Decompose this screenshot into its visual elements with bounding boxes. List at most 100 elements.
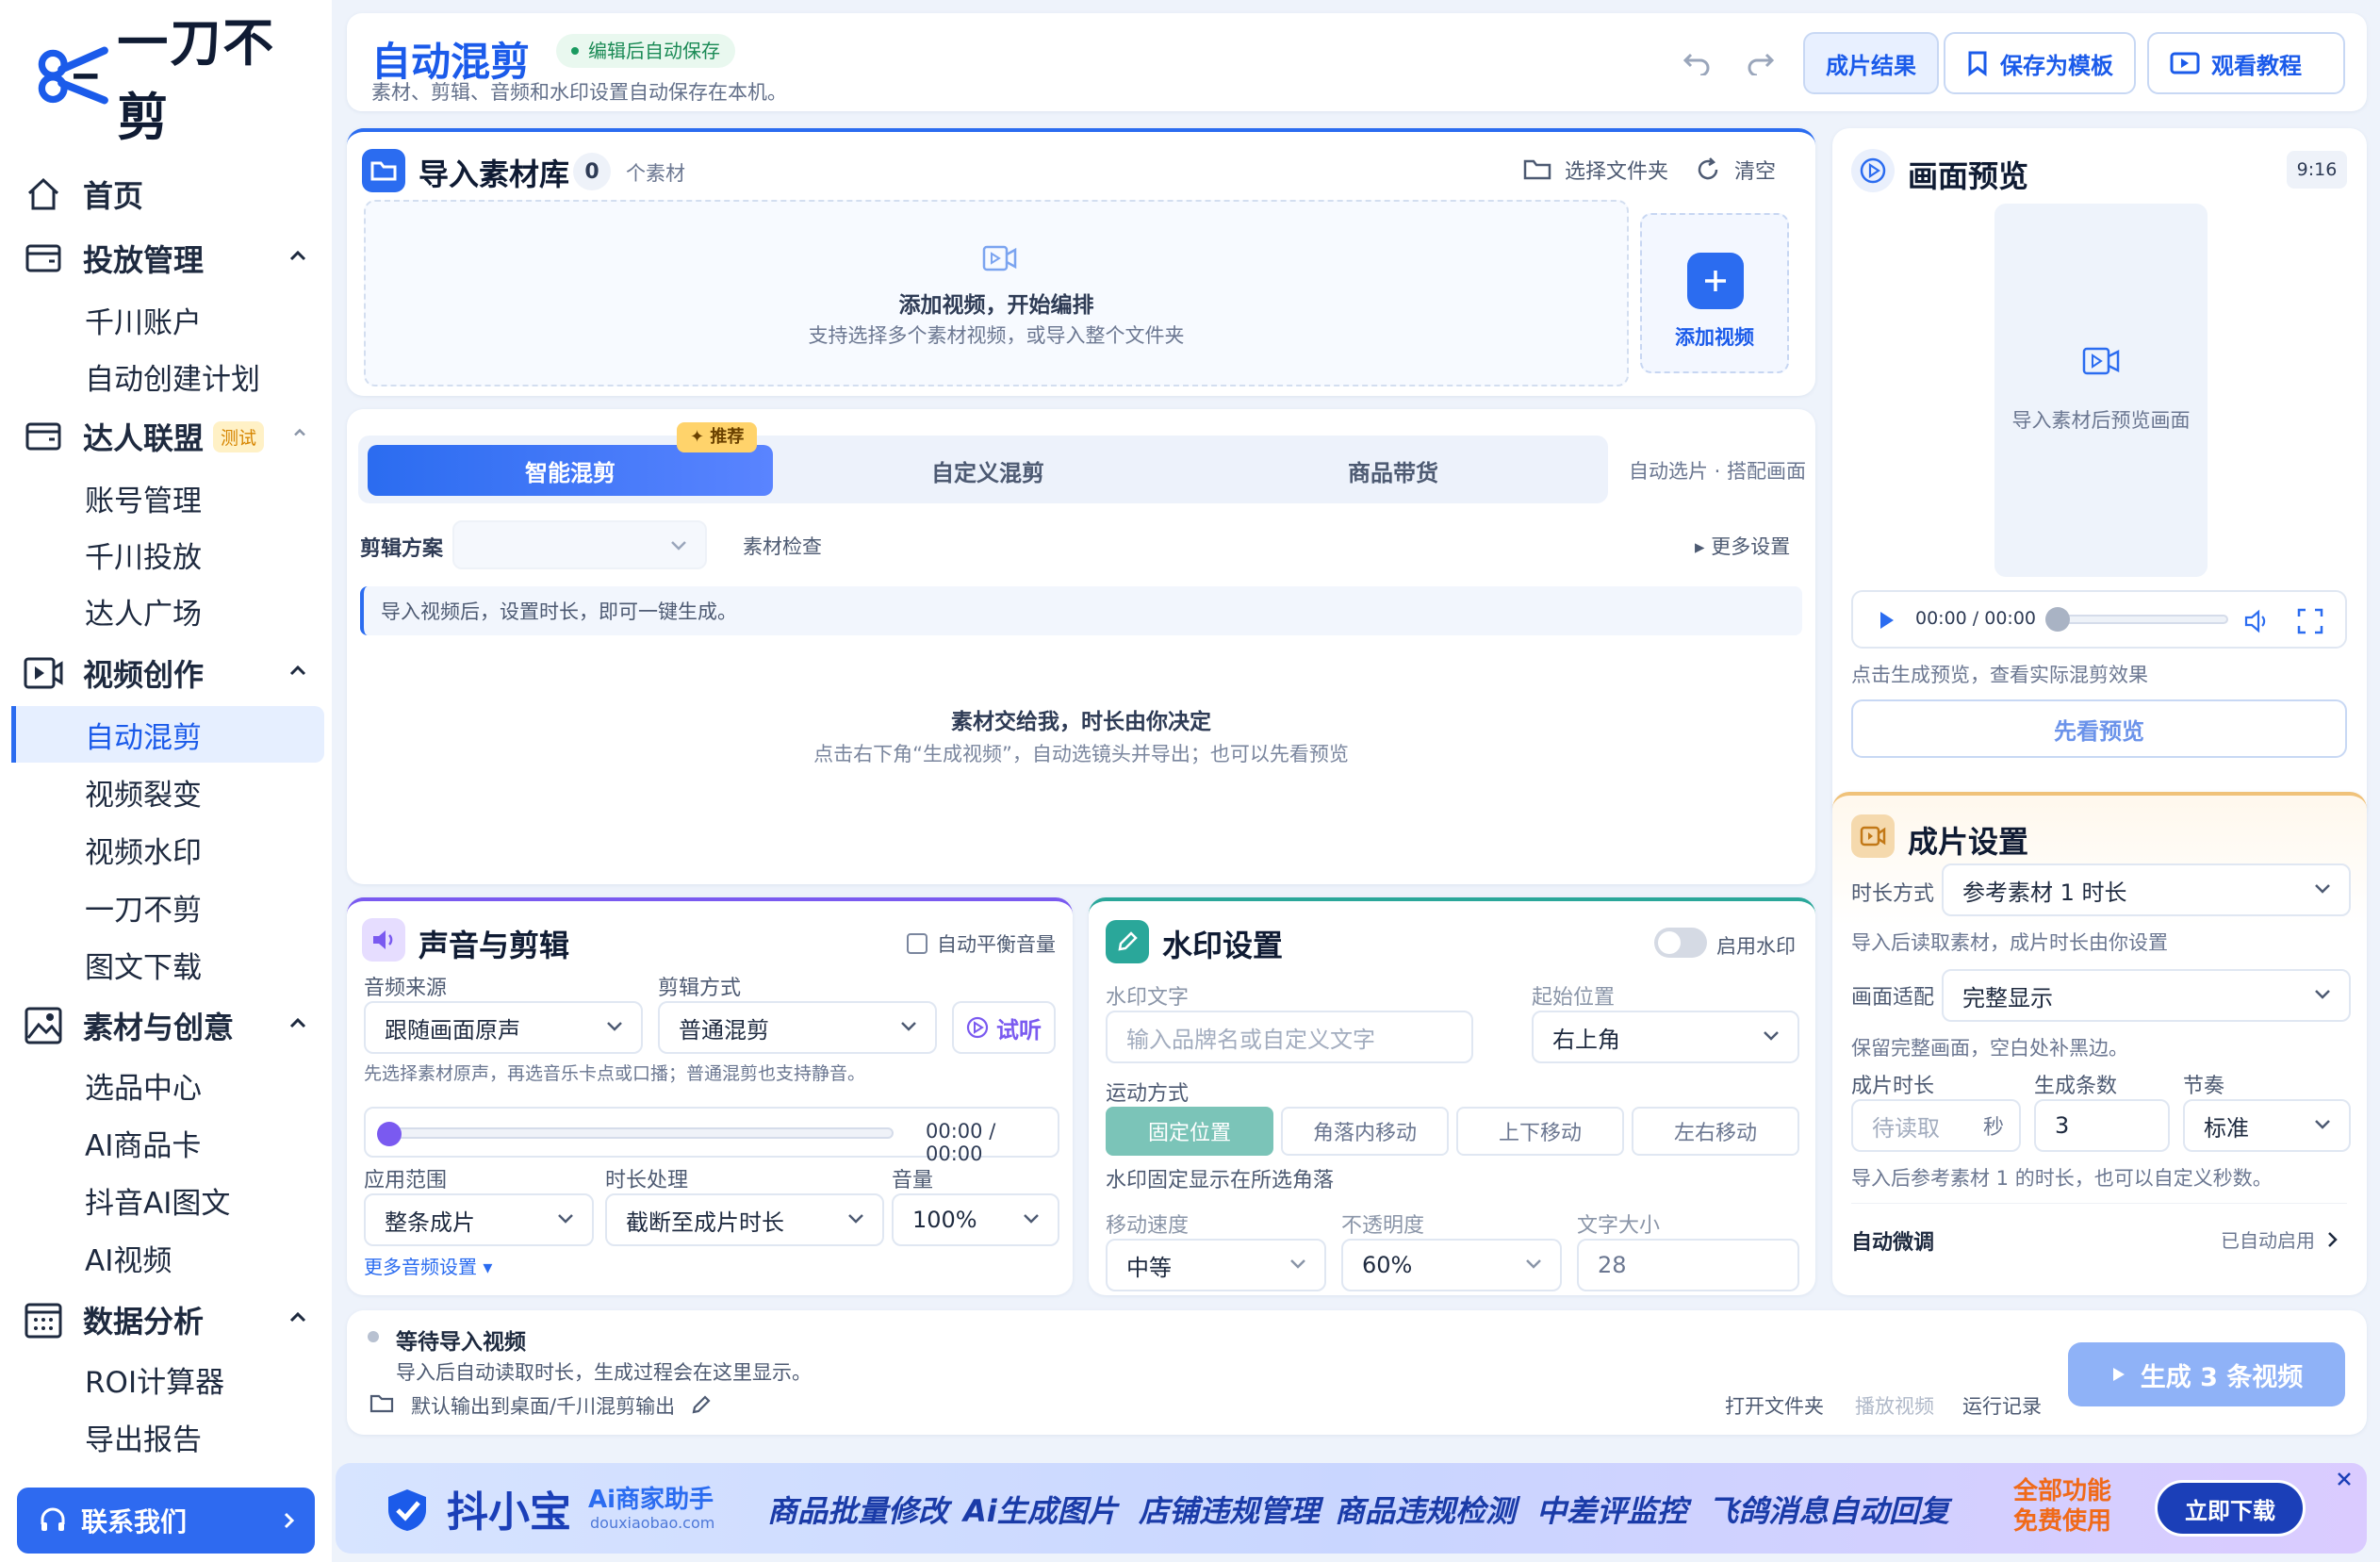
auto-balance-checkbox[interactable]: 自动平衡音量 — [907, 929, 1056, 958]
motion-label-item: 左右移动 — [1673, 1122, 1757, 1145]
redo-icon[interactable] — [1746, 49, 1776, 75]
run-log-link[interactable]: 运行记录 — [1962, 1391, 2042, 1420]
contact-us-button[interactable]: 联系我们 — [17, 1488, 315, 1554]
fine-tune-toggle[interactable]: 已自动启用 — [2221, 1225, 2339, 1253]
results-button[interactable]: 成片结果 — [1803, 32, 1939, 94]
duration-select[interactable]: 截断至成片时长 — [605, 1193, 884, 1246]
chevron-up-icon — [289, 665, 306, 676]
opacity-select[interactable]: 60% — [1341, 1239, 1562, 1291]
fullscreen-icon[interactable] — [2296, 607, 2324, 635]
autosave-badge: 编辑后自动保存 — [556, 34, 735, 68]
clear-button[interactable]: 清空 — [1695, 155, 1776, 185]
more-settings-link[interactable]: ▸ 更多设置 — [1695, 532, 1790, 560]
tutorial-button[interactable]: 观看教程 — [2147, 32, 2345, 94]
material-check-link[interactable]: 素材检查 — [743, 532, 822, 560]
nav-image-download[interactable]: 图文下载 — [11, 936, 324, 993]
nav-video-fission[interactable]: 视频裂变 — [11, 764, 324, 820]
nav-home[interactable]: 首页 — [23, 168, 322, 221]
nav-account-management[interactable]: 账号管理 — [11, 469, 324, 526]
duration-mode-select[interactable]: 参考素材 1 时长 — [1942, 863, 2351, 916]
save-template-button[interactable]: 保存为模板 — [1944, 32, 2136, 94]
undo-icon[interactable] — [1682, 49, 1712, 75]
tab-custom-mix[interactable]: 自定义混剪 — [790, 445, 1186, 496]
preview-card: 画面预览 9:16 导入素材后预览画面 00:00 / 00:00 点击生成预览… — [1832, 128, 2367, 820]
nav-qianchuan-delivery[interactable]: 千川投放 — [11, 526, 324, 583]
listen-button[interactable]: 试听 — [952, 1001, 1056, 1054]
motion-label-item: 固定位置 — [1147, 1122, 1231, 1145]
nav-video-watermark[interactable]: 视频水印 — [11, 821, 324, 878]
count-label: 生成条数 — [2034, 1075, 2118, 1098]
length-unit: 秒 — [1982, 1116, 2004, 1140]
nav-ai-product-card[interactable]: AI商品卡 — [11, 1114, 324, 1171]
motion-corner-button[interactable]: 角落内移动 — [1281, 1107, 1449, 1156]
nav-qianchuan-account[interactable]: 千川账户 — [11, 291, 324, 348]
audio-progress-track[interactable] — [385, 1127, 894, 1139]
home-icon — [23, 173, 64, 215]
nav-product-selection[interactable]: 选品中心 — [11, 1057, 324, 1113]
motion-horizontal-button[interactable]: 左右移动 — [1632, 1107, 1799, 1156]
mode-select[interactable]: 普通混剪 — [658, 1001, 937, 1054]
play-video-link[interactable]: 播放视频 — [1855, 1391, 1934, 1420]
chevron-down-icon — [1764, 1031, 1779, 1041]
empty-title: 素材交给我，时长由你决定 — [951, 710, 1211, 734]
nav-ad-management[interactable]: 投放管理 — [23, 232, 322, 285]
volume-select[interactable]: 100% — [892, 1193, 1059, 1246]
plan-select[interactable] — [452, 520, 707, 569]
nav-auto-create-plan[interactable]: 自动创建计划 — [11, 348, 324, 404]
chevron-down-icon — [1024, 1214, 1039, 1224]
tab-smart-mix[interactable]: 智能混剪 — [368, 445, 773, 496]
drop-zone[interactable]: 添加视频，开始编排 支持选择多个素材视频，或导入整个文件夹 — [364, 200, 1629, 386]
more-audio-label: 更多音频设置 — [364, 1256, 477, 1278]
output-settings-card: 成片设置 时长方式 参考素材 1 时长 导入后读取素材，成片时长由你设置 画面适… — [1832, 792, 2367, 1295]
nav-influencer-square[interactable]: 达人广场 — [11, 583, 324, 639]
audio-progress-thumb[interactable] — [377, 1122, 402, 1146]
add-video-button[interactable]: 添加视频 — [1640, 213, 1789, 373]
nav-influencer-alliance[interactable]: 达人联盟 测试 — [23, 410, 322, 463]
banner-feature: 商品违规检测 — [1335, 1493, 1517, 1529]
source-select[interactable]: 跟随画面原声 — [364, 1001, 643, 1054]
play-icon[interactable] — [1878, 609, 1896, 632]
chevron-down-icon — [671, 541, 686, 551]
open-folder-link[interactable]: 打开文件夹 — [1725, 1391, 1824, 1420]
audio-time: 00:00 / 00:00 — [926, 1120, 996, 1165]
watermark-text-input[interactable]: 输入品牌名或自定义文字 — [1106, 1011, 1473, 1063]
promo-banner[interactable]: 抖小宝 Ai商家助手 douxiaobao.com 商品批量修改 Ai生成图片 … — [336, 1463, 2367, 1554]
nav-douyin-ai-graphic[interactable]: 抖音AI图文 — [11, 1172, 324, 1228]
nav-ai-video[interactable]: AI视频 — [11, 1229, 324, 1286]
count-input[interactable]: 3 — [2034, 1099, 2170, 1152]
volume-icon[interactable] — [2243, 609, 2272, 633]
edit-pencil-icon[interactable] — [690, 1393, 713, 1416]
page-header: 自动混剪 编辑后自动保存 素材、剪辑、音频和水印设置自动保存在本机。 成片结果 … — [347, 13, 2367, 111]
nav-export-report[interactable]: 导出报告 — [11, 1408, 324, 1465]
nav-auto-mix[interactable]: 自动混剪 — [11, 706, 324, 763]
preview-progress-track[interactable] — [2055, 615, 2228, 624]
rhythm-select[interactable]: 标准 — [2183, 1099, 2351, 1152]
close-icon[interactable] — [2334, 1469, 2355, 1489]
more-audio-settings-link[interactable]: 更多音频设置 ▾ — [364, 1252, 492, 1279]
nav-data-analysis[interactable]: 数据分析 — [23, 1293, 322, 1346]
generate-label: 生成 3 条视频 — [2140, 1362, 2304, 1392]
play-icon — [2112, 1368, 2125, 1381]
tab-product-promo[interactable]: 商品带货 — [1195, 445, 1591, 496]
speed-select[interactable]: 中等 — [1106, 1239, 1326, 1291]
fit-select[interactable]: 完整显示 — [1942, 969, 2351, 1022]
nav-yidaobujian[interactable]: 一刀不剪 — [11, 879, 324, 935]
position-select[interactable]: 右上角 — [1532, 1011, 1799, 1063]
preview-button[interactable]: 先看预览 — [1851, 699, 2347, 758]
nav-material-creative[interactable]: 素材与创意 — [23, 999, 322, 1052]
nav-video-creation[interactable]: 视频创作 — [23, 647, 322, 699]
nav-roi-calculator[interactable]: ROI计算器 — [11, 1351, 324, 1407]
watermark-toggle[interactable] — [1654, 928, 1707, 958]
select-folder-button[interactable]: 选择文件夹 — [1523, 155, 1668, 185]
motion-label: 运动方式 — [1106, 1082, 1190, 1106]
tab-label: 智能混剪 — [525, 459, 616, 486]
length-input[interactable]: 待读取 秒 — [1851, 1099, 2021, 1152]
motion-vertical-button[interactable]: 上下移动 — [1456, 1107, 1624, 1156]
range-select[interactable]: 整条成片 — [364, 1193, 594, 1246]
preview-progress-thumb[interactable] — [2045, 607, 2070, 632]
motion-fixed-button[interactable]: 固定位置 — [1106, 1107, 1273, 1156]
download-button[interactable]: 立即下载 — [2155, 1480, 2306, 1537]
duration-hint: 导入后读取素材，成片时长由你设置 — [1851, 931, 2168, 954]
size-input[interactable]: 28 — [1577, 1239, 1799, 1291]
generate-button[interactable]: 生成 3 条视频 — [2068, 1342, 2345, 1406]
